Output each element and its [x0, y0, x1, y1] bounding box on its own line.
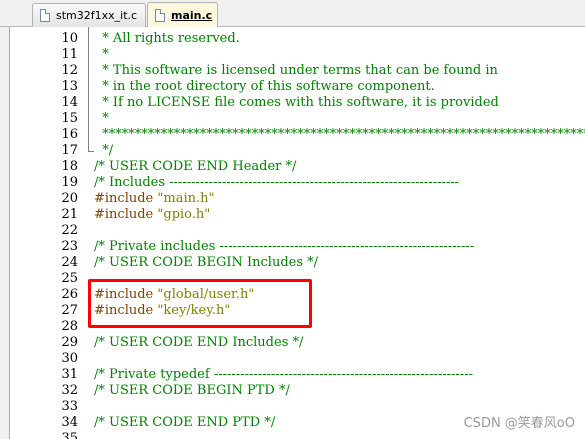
tab-stm32f1xx-it-c[interactable]: stm32f1xx_it.c [32, 3, 146, 27]
line-number: 14 [61, 95, 78, 110]
code-comment: * If no LICENSE file comes with this sof… [94, 95, 499, 110]
code-comment: /* USER CODE END PTD */ [94, 415, 276, 430]
tab-main-c[interactable]: main.c [147, 2, 218, 28]
fold-guide [88, 27, 89, 152]
line-number: 17 [61, 143, 78, 158]
code-comment: * All rights reserved. [94, 31, 240, 46]
code-editor[interactable]: 10 11 12 13 14 15 16 17 18 19 20 21 22 23 24 25 26 27 28 29… [10, 27, 585, 439]
line-number: 26 [61, 287, 78, 302]
code-line[interactable]: * [94, 111, 109, 127]
left-panel-edge [0, 27, 10, 439]
line-number: 13 [61, 79, 78, 94]
code-line[interactable]: /* USER CODE BEGIN PTD */ [94, 383, 290, 399]
c-file-icon [155, 9, 165, 22]
code-comment: /* USER CODE BEGIN Includes */ [94, 255, 319, 270]
code-comment: * in the root directory of this software… [94, 79, 435, 94]
string-literal: "gpio.h" [157, 207, 211, 222]
line-number: 21 [61, 207, 78, 222]
watermark: CSDN @笑春风oO [463, 416, 575, 431]
code-line[interactable]: /* Private typedef ---------------------… [94, 367, 473, 383]
code-comment: /* Includes ----------------------------… [94, 175, 460, 190]
line-number: 28 [61, 319, 78, 334]
code-area[interactable]: * All rights reserved. * * This software… [94, 27, 585, 439]
code-line[interactable]: /* USER CODE END PTD */ [94, 415, 275, 431]
line-number: 11 [61, 47, 78, 62]
code-line[interactable]: #include "main.h" [94, 191, 214, 207]
line-number: 30 [61, 351, 78, 366]
line-number: 20 [61, 191, 78, 206]
code-line[interactable]: /* USER CODE END Header */ [94, 159, 296, 175]
code-comment: /* USER CODE END Includes */ [94, 335, 304, 350]
line-number: 15 [61, 111, 78, 126]
preprocessor-directive: #include [94, 191, 158, 206]
code-line[interactable]: #include "gpio.h" [94, 207, 210, 223]
code-line[interactable]: * [94, 47, 109, 63]
string-literal: "main.h" [157, 191, 215, 206]
line-number: 32 [61, 383, 78, 398]
line-number: 19 [61, 175, 78, 190]
highlight-annotation-box [88, 279, 312, 328]
line-number-gutter: 10 11 12 13 14 15 16 17 18 19 20 21 22 23 24 25 26 27 28 29… [10, 27, 78, 439]
tab-label: main.c [171, 9, 213, 22]
code-line[interactable]: * All rights reserved. [94, 31, 240, 47]
line-number: 27 [61, 303, 78, 318]
code-line[interactable]: * If no LICENSE file comes with this sof… [94, 95, 499, 111]
line-number: 16 [61, 127, 78, 142]
line-number: 23 [61, 239, 78, 254]
code-line[interactable]: /* Includes ----------------------------… [94, 175, 459, 191]
code-line[interactable]: */ [94, 143, 113, 159]
code-comment: * This software is licensed under terms … [94, 63, 498, 78]
tab-label: stm32f1xx_it.c [56, 9, 138, 22]
code-comment: /* USER CODE END Header */ [94, 159, 297, 174]
code-comment: * [94, 111, 109, 126]
code-line[interactable]: * in the root directory of this software… [94, 79, 435, 95]
line-number: 10 [61, 31, 78, 46]
code-comment: ****************************************… [94, 127, 585, 142]
line-number: 12 [61, 63, 78, 78]
line-number: 22 [61, 223, 78, 238]
line-number: 31 [61, 367, 78, 382]
c-file-icon [40, 9, 50, 22]
line-number: 33 [61, 399, 78, 414]
preprocessor-directive: #include [94, 207, 158, 222]
code-line[interactable]: /* Private includes --------------------… [94, 239, 474, 255]
code-comment: */ [94, 143, 114, 158]
line-number: 34 [61, 415, 78, 430]
code-comment: * [94, 47, 109, 62]
code-line[interactable]: * This software is licensed under terms … [94, 63, 498, 79]
line-number: 24 [61, 255, 78, 270]
code-comment: /* Private includes --------------------… [94, 239, 475, 254]
code-line[interactable]: /* USER CODE BEGIN Includes */ [94, 255, 318, 271]
line-number: 35 [61, 431, 78, 439]
line-number: 29 [61, 335, 78, 350]
code-comment: /* USER CODE BEGIN PTD */ [94, 383, 290, 398]
code-comment: /* Private typedef ---------------------… [94, 367, 473, 382]
code-line[interactable]: /* USER CODE END Includes */ [94, 335, 303, 351]
code-line[interactable]: ****************************************… [94, 127, 585, 143]
line-number: 25 [61, 271, 78, 286]
line-number: 18 [61, 159, 78, 174]
editor-tab-bar: stm32f1xx_it.c main.c [0, 0, 585, 28]
